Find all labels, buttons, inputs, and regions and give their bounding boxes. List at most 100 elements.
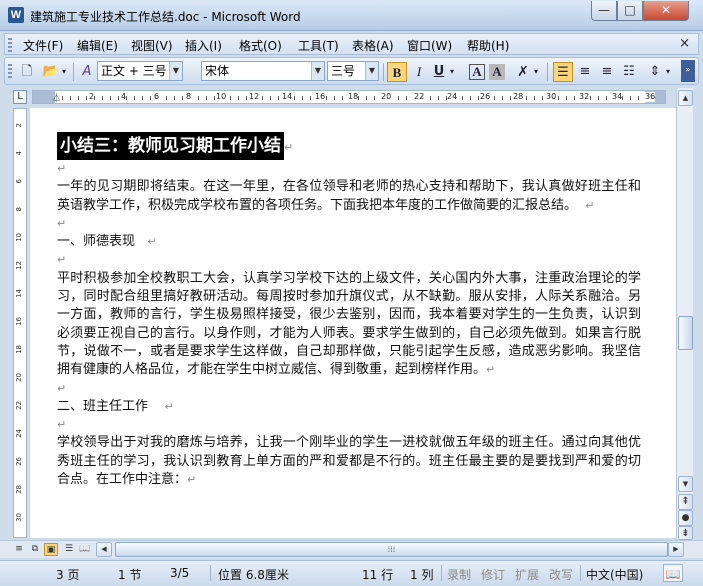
document-area[interactable]: 小结三：教师见习期工作小结 ↵ ↵ 一年的见习期即将结束。在这一年里，在各位领导和…: [30, 108, 676, 538]
vruler-number: 2: [15, 123, 23, 128]
distributed-align-button[interactable]: ☷: [619, 62, 639, 82]
scroll-right-button[interactable]: ▶: [668, 542, 684, 557]
close-document-button[interactable]: ×: [679, 36, 690, 51]
status-section[interactable]: 1 节: [118, 566, 141, 583]
align-right-button[interactable]: ≡: [597, 62, 617, 82]
scroll-up-button[interactable]: ▲: [678, 90, 693, 106]
normal-view-button[interactable]: ≡: [12, 543, 26, 556]
font-size-value: 三号: [331, 64, 356, 78]
align-justify-button[interactable]: ☰: [553, 62, 573, 82]
close-icon: ✕: [660, 3, 672, 17]
style-select-value: 正文 + 三号: [101, 64, 167, 78]
status-record-macro[interactable]: 录制: [447, 566, 471, 583]
grip-icon: ⁞⁞⁞: [387, 545, 396, 554]
paragraph-class-teacher: 学校领导出于对我的磨炼与培养，让我一个刚毕业的学生一进校就做五年级的班主任。通过…: [57, 435, 641, 488]
menu-file[interactable]: 文件(F): [23, 37, 63, 54]
document-body[interactable]: 小结三：教师见习期工作小结 ↵ ↵ 一年的见习期即将结束。在这一年里，在各位领导和…: [57, 132, 641, 489]
underline-button[interactable]: U: [429, 62, 449, 82]
status-page[interactable]: 3 页: [56, 566, 79, 583]
toolbar-separator: [383, 63, 384, 81]
horizontal-ruler[interactable]: ⏃ 2 4 6 8 10 12 14 16 18 20 22 24 26 28 …: [32, 90, 666, 104]
menu-window[interactable]: 窗口(W): [407, 37, 452, 54]
menu-tools[interactable]: 工具(T): [298, 37, 339, 54]
scroll-left-button[interactable]: ◀: [96, 542, 112, 557]
vruler-number: 18: [15, 345, 23, 354]
styles-formatting-button[interactable]: A: [77, 62, 97, 82]
align-right-icon: ≡: [601, 64, 613, 79]
status-language[interactable]: 中文(中国): [586, 566, 643, 583]
web-layout-icon: ⧉: [31, 544, 39, 554]
status-position[interactable]: 位置 6.8厘米: [218, 566, 289, 583]
document-page[interactable]: 小结三：教师见习期工作小结 ↵ ↵ 一年的见习期即将结束。在这一年里，在各位领导和…: [30, 108, 676, 538]
ruler-number: 20: [381, 92, 392, 102]
indent-marker-icon[interactable]: ⏃: [52, 91, 62, 103]
status-extend-selection[interactable]: 扩展: [515, 566, 539, 583]
character-shading-button[interactable]: A: [489, 64, 505, 80]
vertical-scroll-thumb[interactable]: [678, 316, 693, 350]
tab-selector-button[interactable]: L: [13, 90, 27, 104]
horizontal-scroll-thumb[interactable]: ⁞⁞⁞: [115, 542, 668, 557]
vruler-number: 30: [15, 513, 23, 522]
status-page-of[interactable]: 3/5: [170, 566, 189, 580]
character-scaling-button[interactable]: ✗: [513, 62, 533, 82]
italic-button[interactable]: I: [409, 62, 429, 82]
normal-view-icon: ≡: [15, 544, 23, 554]
status-track-changes[interactable]: 修订: [481, 566, 505, 583]
title-bar: W 建筑施工专业技术工作总结.doc - Microsoft Word — □ …: [0, 0, 703, 31]
status-separator: [210, 565, 211, 581]
menu-grip-handle[interactable]: [8, 38, 12, 52]
status-column[interactable]: 1 列: [410, 566, 433, 583]
status-line[interactable]: 11 行: [362, 566, 393, 583]
menu-help[interactable]: 帮助(H): [467, 37, 509, 54]
select-browse-object-button[interactable]: ●: [678, 510, 693, 526]
minimize-button[interactable]: —: [591, 1, 617, 21]
outline-view-button[interactable]: ☰: [62, 543, 76, 556]
status-overtype[interactable]: 改写: [549, 566, 573, 583]
menu-insert[interactable]: 插入(I): [185, 37, 222, 54]
empty-paragraph: ↵: [57, 162, 67, 175]
align-center-button[interactable]: ≡: [575, 62, 595, 82]
menu-edit[interactable]: 编辑(E): [77, 37, 118, 54]
style-select[interactable]: 正文 + 三号 ▼: [97, 61, 183, 81]
word-app-icon[interactable]: W: [8, 7, 24, 23]
web-layout-view-button[interactable]: ⧉: [28, 543, 42, 556]
character-scaling-icon: ✗: [517, 64, 529, 80]
vertical-scrollbar[interactable]: ▲ ▼ ⇞ ● ⇟: [676, 88, 693, 540]
next-page-button[interactable]: ⇟: [678, 526, 693, 540]
previous-page-button[interactable]: ⇞: [678, 494, 693, 510]
maximize-button[interactable]: □: [617, 1, 643, 21]
character-border-button[interactable]: A: [469, 64, 485, 80]
font-select[interactable]: 宋体 ▼: [201, 61, 325, 81]
scroll-down-button[interactable]: ▼: [678, 476, 693, 492]
print-layout-view-button[interactable]: ▣: [44, 543, 58, 556]
bold-button[interactable]: B: [387, 62, 407, 82]
font-size-select[interactable]: 三号 ▼: [327, 61, 379, 81]
reading-layout-view-button[interactable]: 📖: [78, 543, 92, 556]
toolbar-grip-handle[interactable]: [8, 64, 12, 78]
toolbar-overflow-icon: »: [685, 65, 691, 74]
status-bar: 3 页 1 节 3/5 位置 6.8厘米 11 行 1 列 录制 修订 扩展 改…: [0, 560, 703, 586]
distributed-align-icon: ☷: [623, 64, 635, 79]
line-spacing-dropdown[interactable]: ▾: [663, 62, 673, 82]
heading-ethics: 一、师德表现 ↵: [57, 234, 157, 250]
menu-table[interactable]: 表格(A): [352, 37, 394, 54]
open-button[interactable]: 📂: [41, 62, 61, 82]
underline-options-dropdown[interactable]: ▾: [447, 62, 457, 82]
toolbar-options-dropdown[interactable]: ▾: [59, 62, 69, 82]
character-scaling-dropdown[interactable]: ▾: [531, 62, 541, 82]
close-button[interactable]: ✕: [643, 1, 689, 21]
reading-layout-icon: 📖: [79, 544, 91, 554]
ruler-number: 2: [89, 92, 95, 102]
menu-view[interactable]: 视图(V): [131, 37, 173, 54]
browse-object-icon: ●: [681, 513, 690, 523]
menu-format[interactable]: 格式(O): [239, 37, 282, 54]
line-spacing-button[interactable]: ⇕: [645, 62, 665, 82]
document-title: 小结三：教师见习期工作小结: [57, 132, 284, 160]
maximize-icon: □: [624, 3, 636, 17]
toolbar-overflow-button[interactable]: »: [681, 60, 695, 82]
vertical-ruler[interactable]: 2 4 6 8 10 12 14 16 18 20 22 24 26 28 30: [13, 108, 27, 538]
new-document-button[interactable]: 🗋: [17, 62, 37, 82]
spelling-grammar-status-icon[interactable]: 📖: [663, 564, 683, 582]
styles-pane-icon: A: [82, 64, 92, 79]
formatting-toolbar: 🗋 📂 ▾ A 正文 + 三号 ▼ 宋体 ▼ 三号 ▼ B I U ▾ A A …: [4, 57, 699, 85]
